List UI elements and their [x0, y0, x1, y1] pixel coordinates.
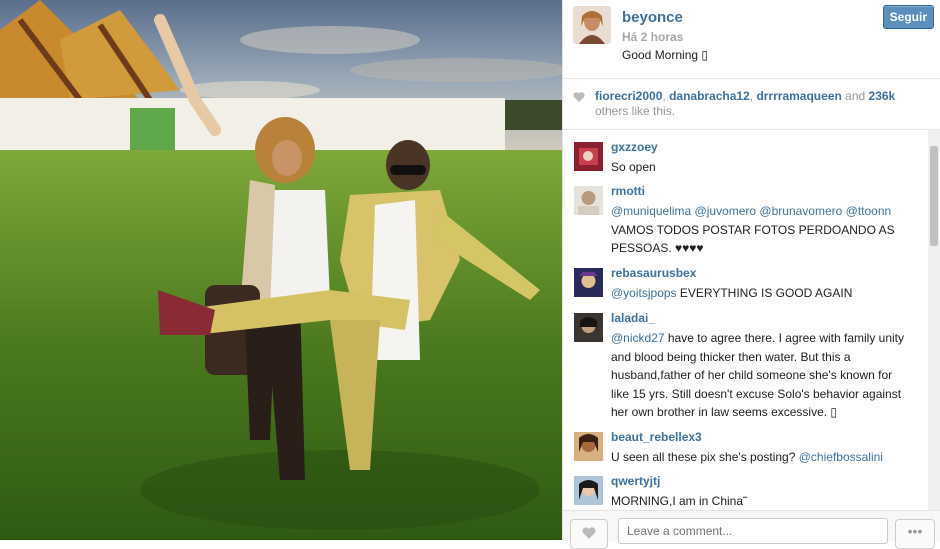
likes-text: fiorecri2000, danabracha12, drrrramaquee…	[595, 89, 925, 119]
comment-text: U seen all these pix she's posting? @chi…	[611, 448, 911, 467]
post-username[interactable]: beyonce	[622, 9, 683, 26]
comment-text-part: VAMOS TODOS POSTAR FOTOS PERDOANDO AS PE…	[611, 222, 895, 256]
avatar[interactable]	[573, 6, 611, 44]
like-user-link[interactable]: danabracha12	[669, 89, 750, 103]
mention-link[interactable]: @chiefbossalini	[799, 450, 883, 464]
comment-username[interactable]: gxzzoey	[611, 140, 658, 154]
ellipsis-icon[interactable]: •••	[895, 519, 935, 549]
comment-text: @muniquelima @juvomero @brunavomero @tto…	[611, 202, 911, 258]
comment-text: MORNING,I am in China˜	[611, 492, 911, 510]
mention-link[interactable]: @yoitsjpops	[611, 286, 677, 300]
like-user-link[interactable]: fiorecri2000	[595, 89, 662, 103]
photo-image	[0, 0, 562, 540]
post-time: Há 2 horas	[622, 30, 684, 44]
avatar[interactable]	[574, 432, 603, 461]
likes-section: fiorecri2000, danabracha12, drrrramaquee…	[563, 79, 940, 130]
comment-username[interactable]: qwertyjtj	[611, 474, 660, 488]
comment-input[interactable]	[618, 518, 888, 544]
like-button[interactable]	[570, 519, 608, 549]
comment-text-part: U seen all these pix she's posting?	[611, 450, 799, 464]
comment-text: So open	[611, 158, 911, 177]
avatar[interactable]	[574, 476, 603, 505]
comment-footer: •••	[563, 510, 940, 549]
post-header: beyonce Há 2 horas Good Morning ▯ Seguir	[563, 0, 940, 79]
mention-link[interactable]: @nickd27	[611, 331, 665, 345]
mention-link[interactable]: @muniquelima @juvomero @brunavomero @tto…	[611, 204, 891, 218]
likes-count[interactable]: 236k	[869, 89, 896, 103]
follow-button[interactable]: Seguir	[882, 5, 934, 29]
avatar[interactable]	[574, 313, 603, 342]
comment-username[interactable]: rebasaurusbex	[611, 266, 696, 280]
comment-username[interactable]: rmotti	[611, 184, 645, 198]
heart-icon	[582, 527, 596, 539]
comment-text: @yoitsjpops EVERYTHING IS GOOD AGAIN	[611, 284, 911, 303]
comment-username[interactable]: beaut_rebellex3	[611, 430, 702, 444]
avatar[interactable]	[574, 142, 603, 171]
like-user-link[interactable]: drrrramaqueen	[756, 89, 841, 103]
comment-text-part: So open	[611, 160, 656, 174]
comments-list[interactable]: gxzzoey So open rmotti @muniquelima @juv…	[563, 130, 929, 510]
avatar[interactable]	[574, 186, 603, 215]
scrollbar-thumb[interactable]	[930, 146, 938, 246]
heart-icon	[573, 92, 585, 102]
post-caption: Good Morning ▯	[622, 48, 708, 62]
likes-and-text: and	[841, 89, 869, 103]
comment-text: @nickd27 have to agree there. I agree wi…	[611, 329, 911, 422]
comment-text-part: MORNING,I am in China˜	[611, 494, 748, 508]
post-photo[interactable]	[0, 0, 562, 540]
comment-username[interactable]: laladai_	[611, 311, 655, 325]
comment-text-part: EVERYTHING IS GOOD AGAIN	[676, 286, 853, 300]
avatar[interactable]	[574, 268, 603, 297]
comments-scrollbar[interactable]	[928, 130, 940, 510]
post-details-panel: beyonce Há 2 horas Good Morning ▯ Seguir…	[562, 0, 940, 549]
likes-suffix: others like this.	[595, 104, 676, 118]
